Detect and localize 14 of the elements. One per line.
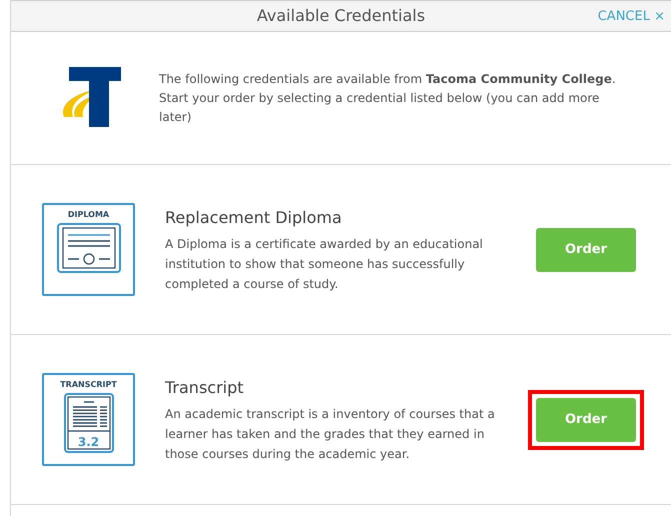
credential-title: Transcript [165, 376, 245, 398]
grade-value: 3.2 [76, 436, 100, 448]
credential-description: An academic transcript is a inventory of courses that a learner has taken and the grades that they earned in those courses during the academic year. [165, 406, 496, 462]
cancel-button[interactable]: CANCEL × [598, 7, 665, 26]
intro-text: The following credentials are available from Tacoma Community College. Start your order by selecting a credential listed below (you can add more later) [159, 70, 617, 126]
icon-label: TRANSCRIPT [60, 381, 117, 389]
certificate-drawing [56, 223, 120, 273]
dialog-title: Available Credentials [256, 5, 426, 27]
document-drawing [64, 393, 114, 453]
order-button[interactable]: Order [536, 398, 636, 442]
credential-description: A Diploma is a certificate awarded by an educational institution to show that someone has successfully completed a course of study. [165, 236, 484, 292]
credential-title: Replacement Diploma [165, 206, 343, 228]
icon-label: DIPLOMA [68, 211, 110, 219]
order-button[interactable]: Order [536, 228, 636, 272]
